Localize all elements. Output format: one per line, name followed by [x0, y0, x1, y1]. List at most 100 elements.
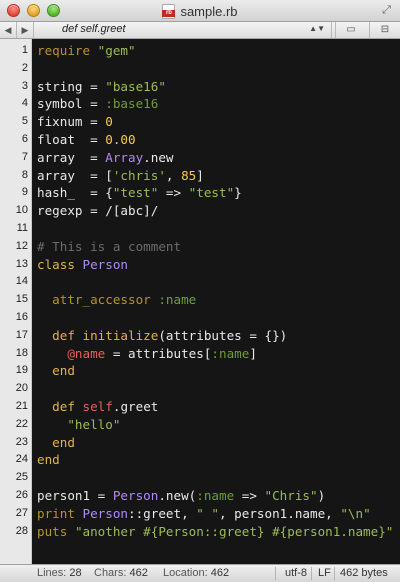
code-editor[interactable]: 1 require "gem" 2 3 string = "base16" 4 symbol… [0, 39, 400, 564]
code-line[interactable]: 12 # This is a comment [0, 238, 400, 256]
code-line[interactable]: 5 fixnum = 0 [0, 113, 400, 131]
code-token: self [82, 398, 113, 414]
code-line[interactable]: 26 person1 = Person.new(:name => "Chris") [0, 487, 400, 505]
line-code: fixnum = 0 [37, 113, 113, 131]
code-token: attr_accessor [52, 292, 151, 308]
code-line[interactable]: 24 end [0, 451, 400, 469]
encoding-selector[interactable]: utf-8 [285, 565, 307, 582]
code-line[interactable]: 18 @name = attributes[:name] [0, 345, 400, 363]
code-token: Person [82, 505, 129, 521]
nav-forward-icon[interactable]: ▶ [17, 22, 34, 38]
code-token: array = [ [37, 167, 113, 183]
code-token: :name [196, 487, 235, 503]
line-number: 2 [21, 61, 28, 74]
code-line[interactable]: 4 symbol = :base16 [0, 95, 400, 113]
code-token: " " [196, 505, 220, 521]
code-token: regexp = /[abc]/ [37, 203, 159, 219]
code-token: # This is a comment [37, 238, 182, 254]
code-line[interactable]: 19 end [0, 362, 400, 380]
code-line[interactable]: 14 [0, 273, 400, 291]
code-line[interactable]: 6 float = 0.00 [0, 131, 400, 149]
line-code: end [37, 362, 75, 380]
line-code: end [37, 451, 60, 469]
code-token: initialize [82, 327, 159, 343]
file-badge: rb [162, 10, 176, 18]
code-token: end [52, 434, 75, 450]
line-number: 19 [15, 364, 28, 377]
code-token: string = [37, 78, 106, 94]
code-line[interactable]: 23 end [0, 434, 400, 452]
code-token: .new( [158, 487, 197, 503]
code-token: hash_ = { [37, 185, 113, 201]
code-token: def [52, 327, 75, 343]
line-code: puts "another #{Person::greet} #{person1… [37, 523, 393, 541]
code-line[interactable]: 11 [0, 220, 400, 238]
line-ending-selector[interactable]: LF [318, 565, 331, 582]
code-line[interactable]: 28 puts "another #{Person::greet} #{perso… [0, 523, 400, 541]
code-line[interactable]: 7 array = Array.new [0, 149, 400, 167]
code-token: puts [37, 523, 68, 539]
code-token: array = [37, 149, 106, 165]
code-line[interactable]: 16 [0, 309, 400, 327]
status-chars: Chars: 462 [94, 565, 148, 582]
code-token: , person1.name, [219, 505, 341, 521]
code-line[interactable]: 27 print Person::greet, " ", person1.name… [0, 505, 400, 523]
code-token: "\n" [340, 505, 371, 521]
code-token: .new [143, 149, 174, 165]
code-token: "test" [188, 185, 235, 201]
code-line[interactable]: 20 [0, 380, 400, 398]
line-code: @name = attributes[:name] [37, 345, 257, 363]
line-number: 4 [21, 97, 28, 110]
chars-value: 462 [129, 567, 148, 579]
symbol-popup[interactable]: def self.greet ▲▼ [34, 22, 332, 38]
code-token: } [234, 185, 242, 201]
split-horizontal-icon[interactable]: ▭ [335, 22, 366, 38]
code-line[interactable]: 2 [0, 60, 400, 78]
split-vertical-icon[interactable]: ⊟ [369, 22, 400, 38]
code-line[interactable]: 9 hash_ = {"test" => "test"} [0, 184, 400, 202]
code-line[interactable]: 15 attr_accessor :name [0, 291, 400, 309]
code-line[interactable]: 1 require "gem" [0, 42, 400, 60]
line-code: def self.greet [37, 398, 158, 416]
line-number: 14 [15, 275, 28, 288]
code-line[interactable]: 3 string = "base16" [0, 78, 400, 96]
line-code: person1 = Person.new(:name => "Chris") [37, 487, 325, 505]
code-token: "another #{Person::greet} #{person1.name… [74, 523, 394, 539]
code-token: => [234, 487, 265, 503]
fullscreen-icon[interactable]: ⤢ [380, 4, 393, 17]
title-bar[interactable]: rb sample.rb ⤢ [0, 0, 400, 22]
code-line[interactable]: 21 def self.greet [0, 398, 400, 416]
line-number: 12 [15, 239, 28, 252]
code-token: end [52, 363, 75, 379]
code-line[interactable]: 17 def initialize(attributes = {}) [0, 327, 400, 345]
code-line[interactable]: 25 [0, 469, 400, 487]
code-line[interactable]: 22 "hello" [0, 416, 400, 434]
line-number: 15 [15, 293, 28, 306]
line-number: 28 [15, 524, 28, 537]
line-number: 8 [21, 168, 28, 181]
line-number: 25 [15, 471, 28, 484]
ruby-file-icon: rb [162, 4, 176, 20]
code-token: float = [37, 131, 106, 147]
status-divider [275, 567, 276, 580]
code-line[interactable]: 8 array = ['chris', 85] [0, 167, 400, 185]
code-token: (attributes = {}) [158, 327, 288, 343]
line-number: 26 [15, 488, 28, 501]
code-token: symbol = [37, 96, 106, 112]
line-number: 18 [15, 346, 28, 359]
code-token: 85 [181, 167, 197, 183]
line-code: print Person::greet, " ", person1.name, … [37, 505, 371, 523]
line-code: class Person [37, 256, 128, 274]
line-number: 5 [21, 115, 28, 128]
code-token: @name [67, 345, 106, 361]
code-line[interactable]: 10 regexp = /[abc]/ [0, 202, 400, 220]
code-line[interactable]: 13 class Person [0, 256, 400, 274]
code-token: end [37, 452, 60, 468]
code-token: , [165, 167, 182, 183]
line-number: 10 [15, 204, 28, 217]
nav-back-icon[interactable]: ◀ [0, 22, 17, 38]
